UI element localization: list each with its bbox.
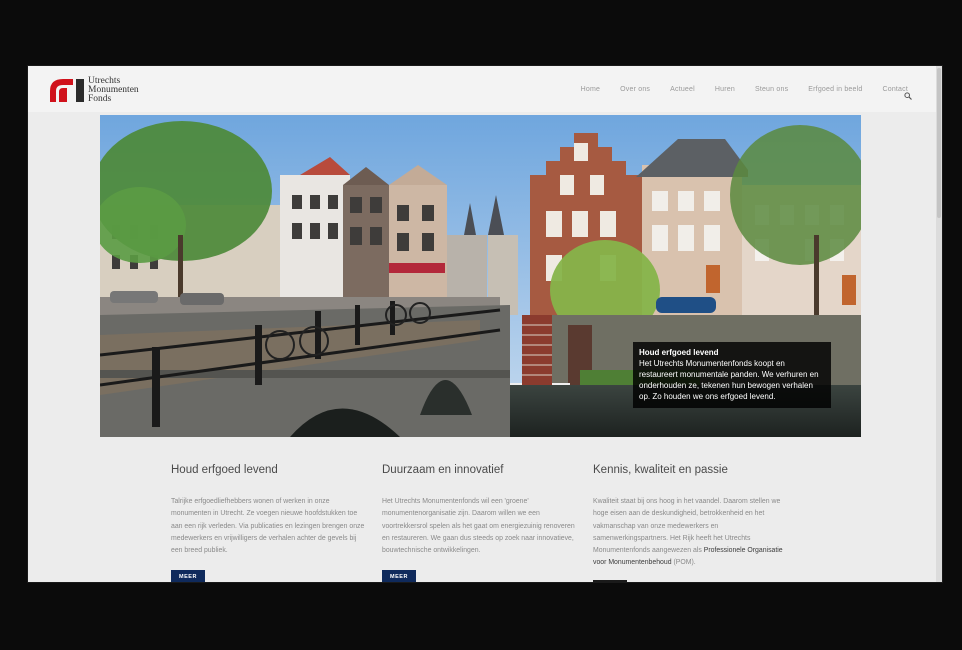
feature-text: Talrijke erfgoedliefhebbers wonen of wer… (171, 498, 365, 555)
hero-slider[interactable]: Houd erfgoed levend Het Utrechts Monumen… (100, 115, 861, 437)
site-logo[interactable]: Utrechts Monumenten Fonds (49, 76, 139, 104)
search-icon[interactable] (904, 87, 912, 100)
more-button-partial[interactable] (593, 580, 627, 582)
hero-caption: Houd erfgoed levend Het Utrechts Monumen… (633, 342, 831, 408)
feature-title: Kennis, kwaliteit en passie (593, 464, 728, 476)
main-nav: Home Over ons Actueel Huren Steun ons Er… (561, 86, 908, 93)
nav-over-ons[interactable]: Over ons (620, 86, 650, 93)
nav-actueel[interactable]: Actueel (670, 86, 695, 93)
feature-title: Houd erfgoed levend (171, 464, 278, 476)
hero-caption-title: Houd erfgoed levend (639, 348, 719, 357)
nav-home[interactable]: Home (581, 86, 600, 93)
page-scrollbar[interactable] (936, 66, 942, 582)
site-header: Utrechts Monumenten Fonds Home Over ons … (28, 66, 942, 112)
feature-column: Kennis, kwaliteit en passie Kwaliteit st… (593, 464, 788, 582)
feature-text-end: (POM). (671, 559, 696, 567)
logo-text: Utrechts Monumenten Fonds (88, 76, 139, 104)
feature-column: Houd erfgoed levend Talrijke erfgoedlief… (171, 464, 366, 582)
logo-line-3: Fonds (88, 94, 112, 104)
more-button[interactable]: MEER (382, 570, 416, 582)
nav-steun-ons[interactable]: Steun ons (755, 86, 788, 93)
feature-text: Het Utrechts Monumentenfonds wil een 'gr… (382, 498, 575, 555)
feature-title: Duurzaam en innovatief (382, 464, 504, 476)
feature-column: Duurzaam en innovatief Het Utrechts Monu… (382, 464, 577, 582)
nav-huren[interactable]: Huren (715, 86, 735, 93)
logo-mark-icon (49, 77, 85, 103)
feature-text: Kwaliteit staat bij ons hoog in het vaan… (593, 496, 788, 570)
feature-text-main: Kwaliteit staat bij ons hoog in het vaan… (593, 498, 781, 555)
hero-caption-text: Het Utrechts Monumentenfonds koopt en re… (639, 359, 819, 401)
nav-erfgoed-in-beeld[interactable]: Erfgoed in beeld (808, 86, 862, 93)
scrollbar-thumb[interactable] (937, 68, 941, 218)
more-button[interactable]: MEER (171, 570, 205, 582)
browser-screen: Utrechts Monumenten Fonds Home Over ons … (28, 66, 942, 582)
